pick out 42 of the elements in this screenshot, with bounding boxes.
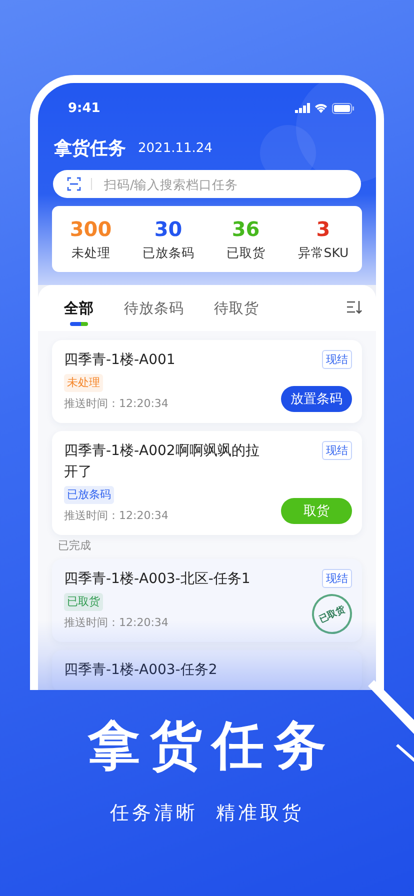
wifi-icon bbox=[314, 103, 328, 113]
payment-tag: 现结 bbox=[322, 350, 352, 369]
status-tag: 已放条码 bbox=[64, 486, 114, 504]
task-card[interactable]: 四季青-1楼-A002啊啊飒飒的拉开了 已放条码 推送时间：12:20:34 现结 取货 bbox=[52, 431, 362, 535]
promo-title: 拿货任务 bbox=[86, 715, 336, 778]
task-title: 四季青-1楼-A002啊啊飒飒的拉开了 bbox=[64, 442, 260, 482]
payment-tag: 现结 bbox=[322, 569, 352, 588]
date-label: 2021.11.24 bbox=[138, 140, 212, 156]
status-tag: 已取货 bbox=[64, 593, 103, 611]
status-tag: 未处理 bbox=[64, 374, 103, 392]
task-title: 四季青-1楼-A001 bbox=[64, 351, 176, 370]
task-card[interactable]: 四季青-1楼-A003-北区-任务1 已取货 推送时间：12:20:34 现结 已取货 bbox=[52, 559, 362, 642]
push-time: 推送时间：12:20:34 bbox=[64, 508, 168, 524]
task-title: 四季青-1楼-A003-任务2 bbox=[64, 661, 218, 680]
stat-count: 3 bbox=[316, 217, 330, 241]
push-time: 推送时间：12:20:34 bbox=[64, 615, 168, 631]
signal-icon bbox=[295, 103, 310, 113]
search-field[interactable]: 扫码/输入搜索档口任务 bbox=[53, 170, 361, 198]
stat-count: 36 bbox=[232, 217, 260, 241]
stat-label: 已放条码 bbox=[142, 245, 194, 261]
push-time: 推送时间：12:20:34 bbox=[64, 396, 168, 412]
promo-subtitle: 任务清晰 bbox=[110, 801, 198, 826]
task-title: 四季青-1楼-A003-北区-任务1 bbox=[64, 570, 250, 589]
action-button[interactable]: 放置条码 bbox=[281, 386, 352, 412]
scan-icon bbox=[67, 177, 81, 191]
task-card[interactable]: 四季青-1楼-A001 未处理 推送时间：12:20:34 现结 放置条码 bbox=[52, 340, 362, 423]
filter-tab[interactable]: 待取货 bbox=[214, 285, 259, 331]
search-input[interactable]: 扫码/输入搜索档口任务 bbox=[102, 176, 361, 192]
filter-tab[interactable]: 全部 bbox=[64, 285, 94, 331]
stat-label: 异常SKU bbox=[298, 245, 349, 261]
task-card[interactable]: 四季青-1楼-A003-任务2 bbox=[52, 650, 362, 690]
clock-time: 9:41 bbox=[68, 100, 100, 116]
filter-tab[interactable]: 待放条码 bbox=[124, 285, 184, 331]
promo-subtitle: 精准取货 bbox=[216, 801, 304, 826]
section-label: 已完成 bbox=[58, 539, 92, 553]
sort-icon[interactable] bbox=[346, 300, 362, 314]
stat-label: 已取货 bbox=[226, 245, 266, 261]
page-title: 拿货任务 bbox=[54, 137, 126, 160]
stat-count: 30 bbox=[154, 217, 182, 241]
payment-tag: 现结 bbox=[322, 441, 352, 460]
stat-count: 300 bbox=[70, 217, 112, 241]
stat-label: 未处理 bbox=[71, 245, 110, 261]
